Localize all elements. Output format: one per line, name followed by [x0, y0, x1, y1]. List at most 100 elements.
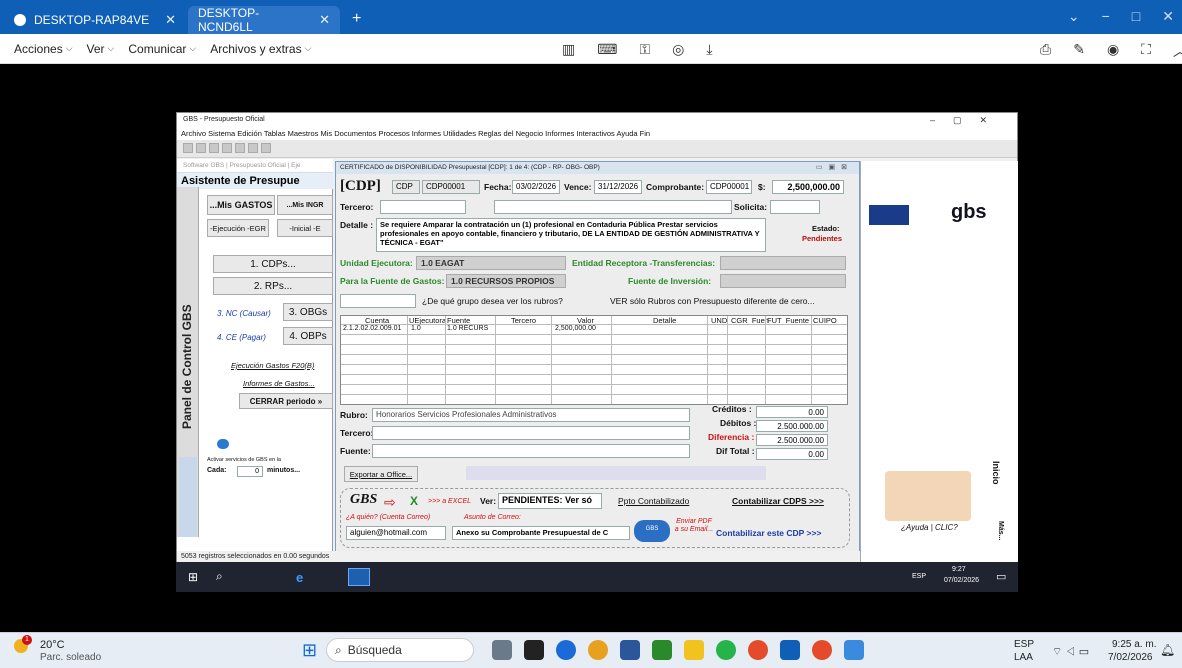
whatsapp-icon[interactable] [716, 640, 736, 660]
fuente-inversion-select[interactable] [720, 274, 846, 288]
weather-desc[interactable]: Parc. soleado [40, 652, 101, 663]
grupo-select[interactable] [340, 294, 416, 308]
taskbar-app-icon[interactable] [588, 640, 608, 660]
detalle-textarea[interactable]: Se requiere Amparar la contratación un (… [376, 218, 766, 252]
contabilizar-este-button[interactable]: Contabilizar este CDP >>> [716, 528, 821, 538]
tab-ejecucion[interactable]: -Ejecución -EGR [207, 219, 269, 237]
clock-time[interactable]: 9:25 a. m. [1112, 639, 1156, 650]
notification-icon[interactable]: ▭ [996, 570, 1006, 583]
rps-button[interactable]: 2. RPs... [213, 277, 333, 295]
collapse-icon[interactable]: ︿ [1173, 41, 1182, 61]
fecha-field[interactable]: 03/02/2026 [512, 180, 560, 194]
tab-mis-ingresos[interactable]: ...Mis INGR [277, 195, 333, 215]
lock-icon[interactable]: ⎙ [1040, 41, 1051, 61]
toolbar-button[interactable] [222, 143, 232, 153]
camera-icon[interactable]: ◉ [1107, 41, 1119, 61]
excel-link[interactable]: >>> a EXCEL [428, 498, 471, 505]
support-agent-image[interactable] [885, 471, 971, 521]
file-explorer-icon[interactable] [684, 640, 704, 660]
excel-icon[interactable]: X [410, 494, 418, 508]
toolbar-button[interactable] [248, 143, 258, 153]
settings-icon[interactable]: ◎ [672, 41, 684, 58]
tab-inicial[interactable]: -Inicial -E [277, 219, 333, 237]
menu-archivos[interactable]: Archivos y extras ⌵ [210, 42, 311, 56]
new-tab-icon[interactable]: + [352, 10, 361, 28]
lock-icon[interactable]: ⚿ [639, 41, 650, 58]
tab-mis-gastos[interactable]: ...Mis GASTOS [207, 195, 275, 215]
menu-comunicar[interactable]: Comunicar ⌵ [128, 42, 196, 56]
exportar-office-button[interactable]: Exportar a Office... [344, 466, 418, 482]
search-icon[interactable]: ⌕ [216, 569, 223, 584]
close-icon[interactable]: ✕ [165, 12, 176, 28]
menu-acciones[interactable]: Acciones ⌵ [14, 42, 73, 56]
taskbar-app-icon[interactable] [492, 640, 512, 660]
tercero-select[interactable] [380, 200, 466, 214]
tipo-select[interactable]: CDP [392, 180, 420, 194]
network-volume-icons[interactable]: ⌔ ◁ ▭ [1052, 645, 1089, 659]
keyboard-icon[interactable]: ⌨ [597, 41, 617, 58]
chrome-icon[interactable] [748, 640, 768, 660]
keyboard-layout[interactable]: LAA [1014, 652, 1033, 663]
ver-select[interactable]: PENDIENTES: Ver só [498, 493, 602, 509]
cada-stepper[interactable]: 0 [237, 466, 263, 477]
taskbar-app-icon[interactable] [524, 640, 544, 660]
cdps-button[interactable]: 1. CDPs... [213, 255, 333, 273]
toolbar-button[interactable] [183, 143, 193, 153]
rubros-grid[interactable]: Cuenta UEjecutora Fuente Tercero Valor D… [340, 315, 848, 405]
entidad-select[interactable] [720, 256, 846, 270]
cerrar-periodo-button[interactable]: CERRAR periodo » [239, 393, 333, 409]
monto-field[interactable]: 2,500,000.00 [772, 180, 844, 194]
excel-icon[interactable] [652, 640, 672, 660]
teamviewer-icon[interactable] [780, 640, 800, 660]
ppto-contabilizado-link[interactable]: Ppto Contabilizado [618, 496, 689, 506]
stats-icon[interactable]: ▥ [562, 41, 575, 58]
notification-bell-icon[interactable]: 🔔︎ [1160, 643, 1175, 657]
ce-pagar-link[interactable]: 4. CE (Pagar) [217, 333, 266, 342]
minimize-icon[interactable]: − [1102, 8, 1110, 25]
inicio-tab[interactable]: Inicio [991, 461, 1001, 485]
chevron-down-icon[interactable]: ⌄ [1068, 8, 1080, 25]
informes-gastos-link[interactable]: Informes de Gastos... [243, 379, 315, 388]
remote-tab-2[interactable]: DESKTOP-NCND6LL ✕ [188, 6, 340, 34]
obgs-button[interactable]: 3. OBGs [283, 303, 333, 321]
gbs-taskbar-icon[interactable] [348, 568, 370, 586]
lang-indicator[interactable]: ESP [1014, 639, 1034, 650]
weather-temp[interactable]: 20°C [40, 639, 65, 651]
ie-icon[interactable]: e [296, 570, 303, 585]
taskbar-search[interactable]: ⌕ Búsqueda [326, 638, 474, 662]
toolbar-button[interactable] [209, 143, 219, 153]
fuente-gastos-select[interactable]: 1.0 RECURSOS PROPIOS [446, 274, 566, 288]
gbs-nube-icon[interactable]: GBS [634, 520, 670, 542]
toolbar-button[interactable] [196, 143, 206, 153]
fullscreen-icon[interactable]: ⛶ [1141, 41, 1151, 61]
taskbar-app-icon[interactable] [556, 640, 576, 660]
windows-start-icon[interactable]: ⊞ [188, 570, 198, 584]
activar-checkbox-label[interactable]: Activar servicios de GBS en la [207, 457, 281, 463]
toolbar-button[interactable] [261, 143, 271, 153]
numero-field[interactable]: CDP00001 [422, 180, 480, 194]
chrome-icon[interactable] [812, 640, 832, 660]
vence-field[interactable]: 31/12/2026 [594, 180, 642, 194]
asunto-field[interactable]: Anexo su Comprobante Presupuestal de C [452, 526, 630, 540]
toolbar-button[interactable] [235, 143, 245, 153]
download-icon[interactable]: ⤓ [706, 41, 712, 58]
enviar-pdf-link[interactable]: Enviar PDF a su Email... [674, 518, 714, 534]
email-field[interactable]: alguien@hotmail.com [346, 526, 446, 540]
contabilizar-cdps-button[interactable]: Contabilizar CDPS >>> [732, 496, 824, 506]
maximize-icon[interactable]: □ [1132, 8, 1140, 25]
ver-solo-checkbox[interactable]: VER sólo Rubros con Presupuesto diferent… [610, 296, 815, 306]
window-controls[interactable]: ▭▣⊠ [816, 163, 853, 171]
comprobante-field[interactable]: CDP00001 [706, 180, 752, 194]
whiteboard-icon[interactable]: ✎ [1073, 41, 1085, 61]
obps-button[interactable]: 4. OBPs [283, 327, 333, 345]
gbs-menu-bar[interactable]: Archivo Sistema Edición Tablas Maestros … [177, 127, 1017, 140]
tercero-name-field[interactable] [494, 200, 732, 214]
navigation-toolbar[interactable] [466, 466, 766, 480]
remote-tab-1[interactable]: DESKTOP-RAP84VE ✕ [4, 6, 186, 34]
mas-tab[interactable]: Más... [997, 521, 1004, 540]
ayuda-link[interactable]: ¿Ayuda | CLIC? [901, 523, 958, 532]
close-icon[interactable]: ✕ [1162, 8, 1174, 25]
word-icon[interactable] [620, 640, 640, 660]
solicita-select[interactable] [770, 200, 820, 214]
window-controls[interactable]: –▢✕ [930, 115, 1005, 126]
